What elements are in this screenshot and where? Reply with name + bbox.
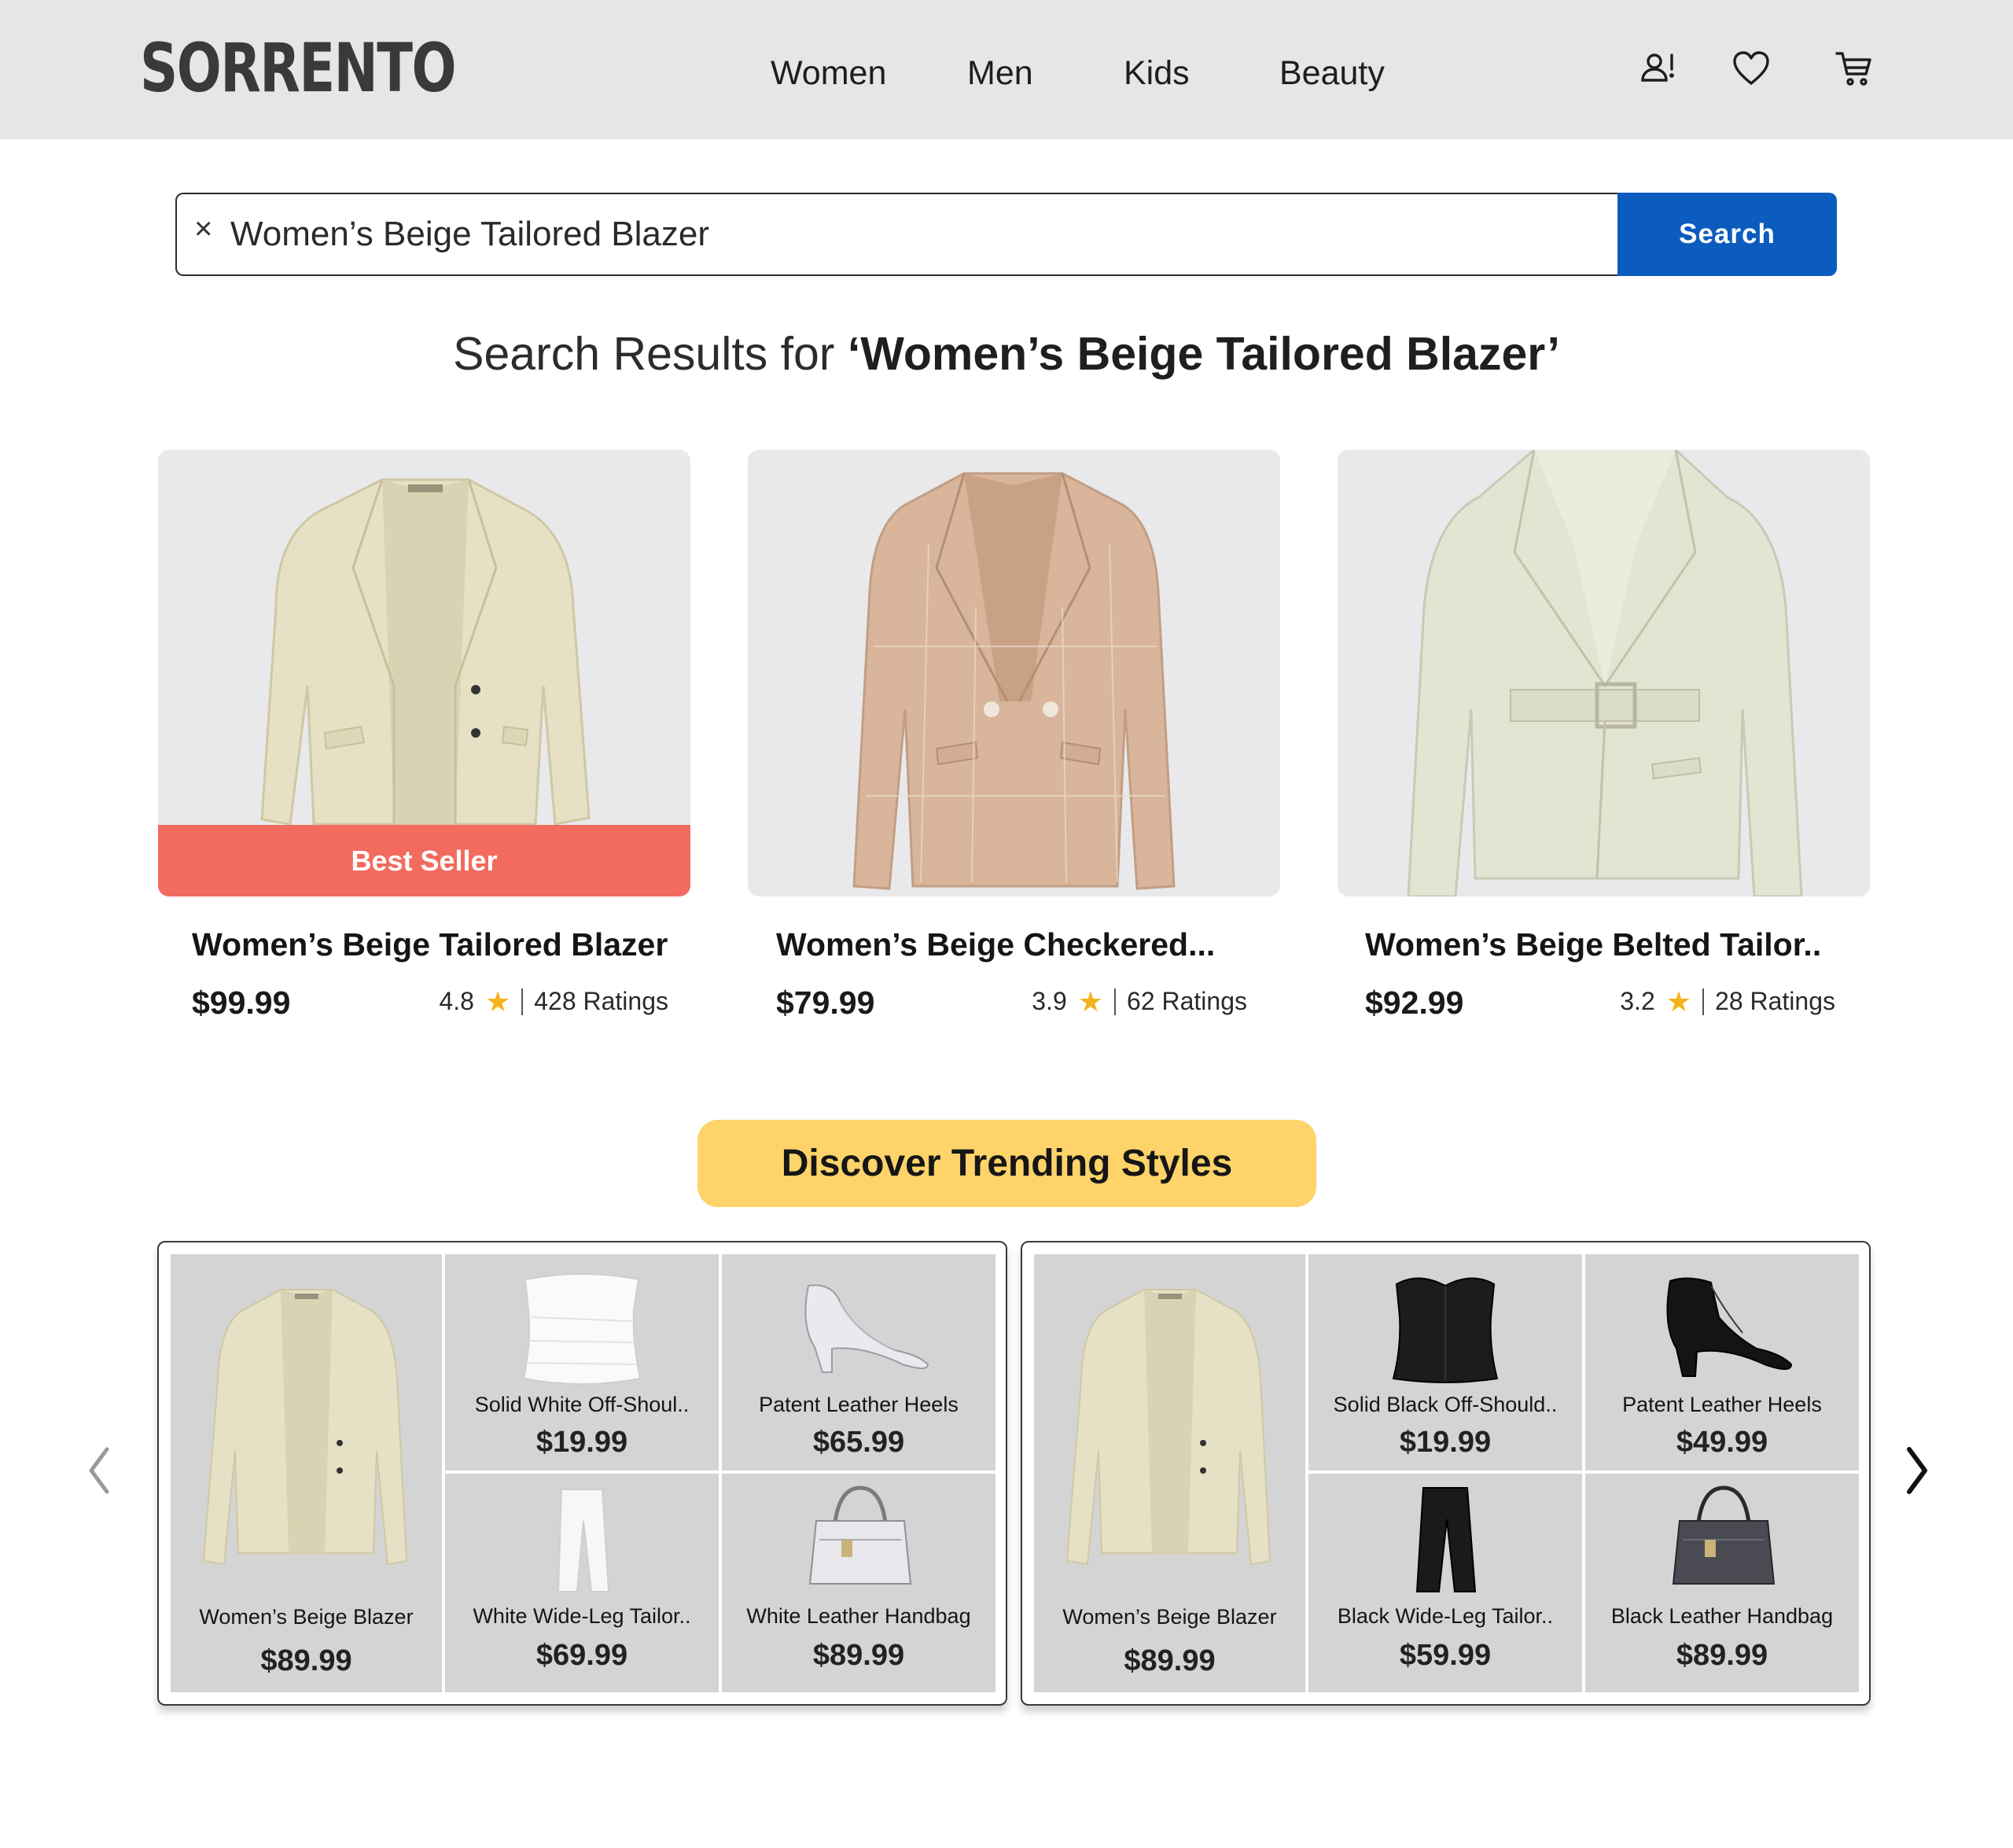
item-name: Solid Black Off-Should..: [1333, 1393, 1558, 1416]
outfit-tile[interactable]: Black Leather Handbag $89.99: [1585, 1474, 1859, 1692]
outfit-set-white[interactable]: Women’s Beige Blazer $89.99 Solid White …: [157, 1241, 1007, 1706]
item-price: $89.99: [1124, 1644, 1216, 1677]
ratings-count: 28 Ratings: [1715, 987, 1835, 1015]
rating-value: 4.8: [439, 987, 474, 1015]
outfit-tile[interactable]: Solid White Off-Shoul.. $19.99: [445, 1254, 719, 1471]
product-price: $79.99: [776, 985, 875, 1021]
clear-search-icon[interactable]: ×: [194, 213, 212, 245]
item-name: Patent Leather Heels: [759, 1393, 959, 1416]
item-price: $19.99: [1399, 1426, 1492, 1459]
item-name: Black Leather Handbag: [1610, 1604, 1834, 1628]
results-heading-prefix: Search Results for: [453, 328, 848, 380]
item-price: $65.99: [812, 1426, 905, 1459]
site-header: SORRENTO Women Men Kids Beauty: [0, 0, 2013, 139]
nav-kids[interactable]: Kids: [1124, 57, 1190, 90]
product-price: $99.99: [192, 985, 291, 1021]
item-name: Women’s Beige Blazer: [199, 1605, 414, 1629]
outfit-tile[interactable]: Women’s Beige Blazer $89.99: [171, 1254, 442, 1692]
carousel-next-arrow-icon[interactable]: [1900, 1443, 1934, 1498]
account-alert-icon[interactable]: [1639, 49, 1678, 88]
product-card[interactable]: Women’s Beige Checkered... $79.99 3.9 ★ …: [748, 450, 1280, 1021]
product-image[interactable]: Best Seller: [158, 450, 690, 896]
logo[interactable]: SORRENTO: [140, 35, 456, 102]
star-icon: ★: [484, 985, 511, 1018]
item-name: White Leather Handbag: [746, 1604, 971, 1628]
checkered-blazer-image: [748, 450, 1280, 896]
nav-beauty[interactable]: Beauty: [1279, 57, 1385, 90]
product-name[interactable]: Women’s Beige Checkered...: [776, 926, 1215, 963]
outfit-tile[interactable]: Women’s Beige Blazer $89.99: [1034, 1254, 1305, 1692]
outfit-tile[interactable]: Patent Leather Heels $65.99: [722, 1254, 995, 1471]
product-name[interactable]: Women’s Beige Belted Tailor..: [1365, 926, 1821, 963]
ratings-count: 428 Ratings: [534, 987, 668, 1015]
results-heading: Search Results for ‘Women’s Beige Tailor…: [0, 329, 2013, 380]
product-name[interactable]: Women’s Beige Tailored Blazer: [192, 926, 668, 963]
item-name: White Wide-Leg Tailor..: [473, 1604, 691, 1628]
product-card[interactable]: Best Seller Women’s Beige Tailored Blaze…: [158, 450, 690, 1021]
item-price: $89.99: [1676, 1639, 1768, 1672]
results-heading-query: ‘Women’s Beige Tailored Blazer’: [847, 328, 1560, 380]
discover-trending-button[interactable]: Discover Trending Styles: [697, 1120, 1316, 1207]
outfit-tile[interactable]: Patent Leather Heels $49.99: [1585, 1254, 1859, 1471]
product-rating: 3.2 ★ 28 Ratings: [1620, 987, 1835, 1016]
star-icon: ★: [1665, 985, 1692, 1018]
nav-women[interactable]: Women: [771, 57, 886, 90]
search-bar: ×: [175, 193, 1617, 276]
outfit-tile[interactable]: Solid Black Off-Should.. $19.99: [1308, 1254, 1582, 1471]
item-name: Patent Leather Heels: [1622, 1393, 1822, 1416]
best-seller-badge: Best Seller: [158, 825, 690, 896]
divider: [521, 988, 524, 1015]
rating-value: 3.2: [1620, 987, 1655, 1015]
item-price: $19.99: [535, 1426, 628, 1459]
search-button[interactable]: Search: [1617, 193, 1837, 276]
outfit-tile[interactable]: White Wide-Leg Tailor.. $69.99: [445, 1474, 719, 1692]
product-card[interactable]: Women’s Beige Belted Tailor.. $92.99 3.2…: [1338, 450, 1870, 1021]
item-price: $89.99: [812, 1639, 905, 1672]
product-rating: 3.9 ★ 62 Ratings: [1032, 987, 1247, 1016]
item-name: Solid White Off-Shoul..: [474, 1393, 690, 1416]
belted-blazer-image: [1338, 450, 1870, 896]
cart-icon[interactable]: [1835, 49, 1874, 88]
heart-icon[interactable]: [1731, 49, 1771, 88]
item-name: Black Wide-Leg Tailor..: [1337, 1604, 1554, 1628]
search-input[interactable]: [230, 205, 1599, 263]
item-price: $69.99: [535, 1639, 628, 1672]
product-image[interactable]: [1338, 450, 1870, 896]
item-price: $59.99: [1399, 1639, 1492, 1672]
nav-men[interactable]: Men: [967, 57, 1033, 90]
rating-value: 3.9: [1032, 987, 1067, 1015]
outfit-tile[interactable]: White Leather Handbag $89.99: [722, 1474, 995, 1692]
product-price: $92.99: [1365, 985, 1464, 1021]
item-price: $89.99: [260, 1644, 352, 1677]
carousel-prev-arrow-icon[interactable]: [82, 1443, 116, 1498]
item-name: Women’s Beige Blazer: [1062, 1605, 1277, 1629]
divider: [1702, 988, 1705, 1015]
product-rating: 4.8 ★ 428 Ratings: [439, 987, 668, 1016]
outfit-tile[interactable]: Black Wide-Leg Tailor.. $59.99: [1308, 1474, 1582, 1692]
item-price: $49.99: [1676, 1426, 1768, 1459]
star-icon: ★: [1077, 985, 1104, 1018]
outfit-set-black[interactable]: Women’s Beige Blazer $89.99 Solid Black …: [1021, 1241, 1871, 1706]
product-image[interactable]: [748, 450, 1280, 896]
ratings-count: 62 Ratings: [1127, 987, 1247, 1015]
divider: [1114, 988, 1117, 1015]
